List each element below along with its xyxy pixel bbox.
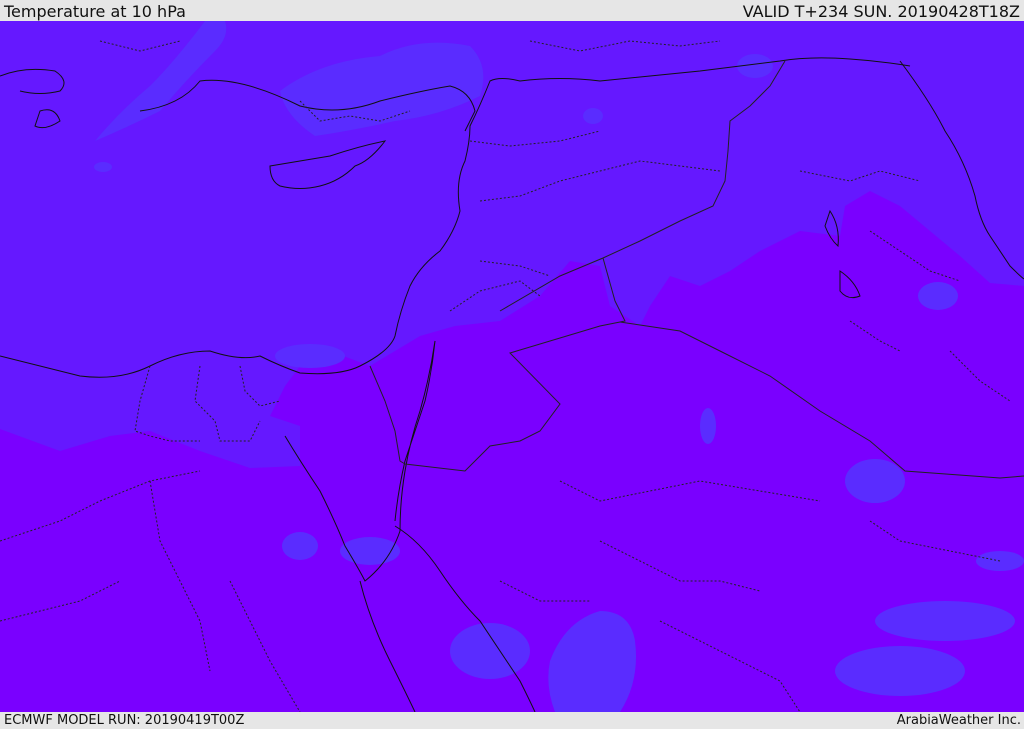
patch-aegean-dot — [94, 162, 112, 172]
map-title: Temperature at 10 hPa — [4, 2, 186, 21]
weather-map[interactable] — [0, 21, 1024, 712]
map-header: Temperature at 10 hPa VALID T+234 SUN. 2… — [0, 0, 1024, 21]
patch-sudan — [282, 532, 318, 560]
map-canvas — [0, 21, 1024, 712]
valid-time: VALID T+234 SUN. 20190428T18Z — [742, 2, 1020, 21]
patch-east-1 — [875, 601, 1015, 641]
model-run: ECMWF MODEL RUN: 20190419T00Z — [4, 713, 245, 728]
patch-iraq — [700, 408, 716, 444]
patch-iran — [918, 282, 958, 310]
patch-egypt-delta — [275, 344, 345, 368]
patch-east-3 — [976, 551, 1024, 571]
map-footer: ECMWF MODEL RUN: 20190419T00Z ArabiaWeat… — [0, 712, 1024, 729]
patch-gulf — [845, 459, 905, 503]
patch-redsea — [450, 623, 530, 679]
patch-east-2 — [835, 646, 965, 696]
credit-label: ArabiaWeather Inc. — [896, 713, 1021, 728]
patch-syria-lake — [583, 108, 603, 124]
